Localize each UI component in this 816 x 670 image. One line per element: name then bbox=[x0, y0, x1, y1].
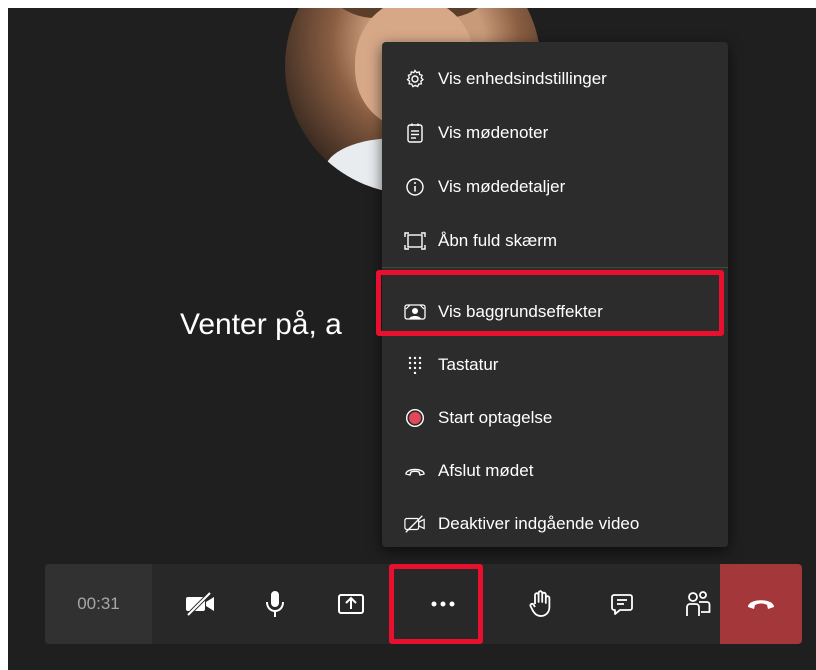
hang-up-icon bbox=[746, 597, 776, 611]
chat-icon bbox=[610, 592, 634, 616]
end-meeting-icon bbox=[404, 460, 426, 482]
chat-button[interactable] bbox=[589, 564, 655, 644]
menu-item-label: Åbn fuld skærm bbox=[438, 231, 558, 250]
raise-hand-icon bbox=[529, 590, 553, 618]
camera-off-icon bbox=[185, 592, 217, 616]
menu-item-keypad[interactable]: Tastatur bbox=[382, 345, 728, 385]
keypad-icon bbox=[404, 354, 426, 376]
menu-item-label: Deaktiver indgående video bbox=[438, 514, 640, 533]
incoming-video-off-icon bbox=[404, 513, 426, 535]
menu-item-meeting-details[interactable]: Vis mødedetaljer bbox=[382, 167, 728, 207]
notes-icon bbox=[404, 122, 426, 144]
menu-item-start-recording[interactable]: Start optagelse bbox=[382, 398, 728, 438]
record-icon bbox=[404, 407, 426, 429]
menu-item-label: Afslut mødet bbox=[438, 461, 534, 480]
menu-item-meeting-notes[interactable]: Vis mødenoter bbox=[382, 113, 728, 153]
share-screen-button[interactable] bbox=[318, 564, 384, 644]
menu-item-device-settings[interactable]: Vis enhedsindstillinger bbox=[382, 59, 728, 99]
hang-up-button[interactable] bbox=[720, 564, 802, 644]
menu-item-disable-incoming-video[interactable]: Deaktiver indgående video bbox=[382, 504, 728, 544]
waiting-message: Venter på, a bbox=[180, 308, 342, 341]
microphone-button[interactable] bbox=[242, 564, 308, 644]
menu-item-fullscreen[interactable]: Åbn fuld skærm bbox=[382, 221, 728, 261]
info-icon bbox=[404, 176, 426, 198]
microphone-icon bbox=[265, 590, 285, 618]
menu-item-end-meeting[interactable]: Afslut mødet bbox=[382, 451, 728, 491]
menu-item-label: Start optagelse bbox=[438, 408, 553, 427]
menu-item-label: Vis mødedetaljer bbox=[438, 177, 566, 196]
gear-icon bbox=[404, 68, 426, 90]
fullscreen-icon bbox=[404, 230, 426, 252]
camera-toggle-button[interactable] bbox=[168, 564, 234, 644]
raise-hand-button[interactable] bbox=[508, 564, 574, 644]
highlight-background-effects bbox=[376, 270, 724, 336]
menu-divider bbox=[382, 267, 728, 268]
share-screen-icon bbox=[337, 591, 365, 617]
highlight-more-options bbox=[389, 564, 483, 644]
call-timer: 00:31 bbox=[45, 564, 152, 644]
participants-icon bbox=[684, 590, 712, 618]
meeting-stage: Venter på, a Vis enhedsindstillinger Vis… bbox=[8, 8, 816, 670]
menu-item-label: Tastatur bbox=[438, 355, 499, 374]
menu-item-label: Vis mødenoter bbox=[438, 123, 549, 142]
menu-item-label: Vis enhedsindstillinger bbox=[438, 69, 607, 88]
